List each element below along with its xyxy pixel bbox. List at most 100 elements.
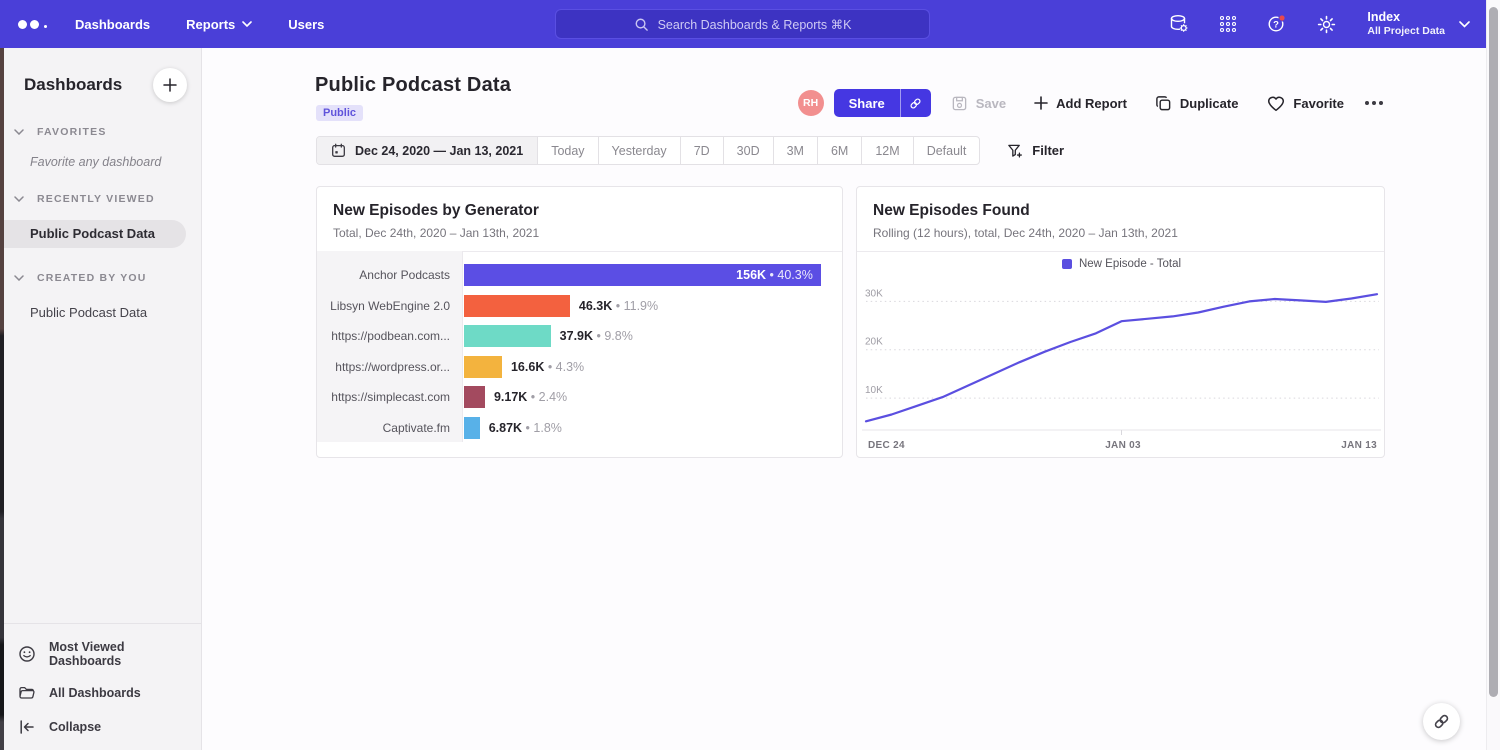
bar-row: https://simplecast.com9.17K • 2.4% <box>317 382 842 413</box>
date-range-label: Dec 24, 2020 — Jan 13, 2021 <box>355 144 523 158</box>
add-report-button[interactable]: Add Report <box>1034 96 1127 111</box>
share-link-button[interactable] <box>900 89 931 117</box>
main-content: Public Podcast Data Public RH Share Save… <box>203 48 1486 750</box>
chevron-down-icon <box>14 129 24 135</box>
scrollbar-thumb[interactable] <box>1489 7 1498 697</box>
nav-item-label: Users <box>288 17 324 32</box>
sidebar-section-header-recently-viewed[interactable]: RECENTLY VIEWED <box>0 193 201 205</box>
sidebar: Dashboards FAVORITESFavorite any dashboa… <box>0 48 202 750</box>
top-navbar: Dashboards Reports Users Search Dashboar… <box>0 0 1500 48</box>
date-preset-6m[interactable]: 6M <box>817 137 861 164</box>
save-icon <box>951 95 968 112</box>
card-title: New Episodes Found <box>873 202 1368 220</box>
new-dashboard-button[interactable] <box>153 68 187 102</box>
share-split-button: Share <box>834 89 931 117</box>
bar-row: https://podbean.com...37.9K • 9.8% <box>317 321 842 352</box>
background-window-edge <box>0 48 4 750</box>
report-card-new-episodes-by-generator[interactable]: New Episodes by Generator Total, Dec 24t… <box>316 186 843 458</box>
date-preset-7d[interactable]: 7D <box>680 137 723 164</box>
y-tick-label: 20K <box>865 337 883 348</box>
bar-libsyn-webengine-2-0[interactable] <box>464 295 570 317</box>
bar-track: 9.17K • 2.4% <box>463 386 842 408</box>
page-scrollbar[interactable] <box>1486 0 1500 750</box>
bar-track: 46.3K • 11.9% <box>463 295 842 317</box>
bar-value-label: 37.9K • 9.8% <box>560 329 633 343</box>
nav-item-reports[interactable]: Reports <box>186 17 252 32</box>
search-input[interactable]: Search Dashboards & Reports ⌘K <box>555 9 930 39</box>
card-subtitle: Rolling (12 hours), total, Dec 24th, 202… <box>873 226 1368 240</box>
project-switcher[interactable]: Index All Project Data <box>1367 10 1470 38</box>
sidebar-footer-label: All Dashboards <box>49 686 141 700</box>
x-axis-labels: DEC 24 JAN 03 JAN 13 <box>862 436 1381 451</box>
bar-captivate-fm[interactable] <box>464 417 480 439</box>
bar-anchor-podcasts[interactable]: 156K • 40.3% <box>464 264 821 286</box>
bar-track: 6.87K • 1.8% <box>463 417 842 439</box>
bar-https-wordpress-or-[interactable] <box>464 356 502 378</box>
bar-track: 37.9K • 9.8% <box>463 325 842 347</box>
more-options-button[interactable] <box>1365 101 1383 105</box>
nav-item-label: Reports <box>186 17 235 32</box>
date-preset-yesterday[interactable]: Yesterday <box>598 137 680 164</box>
sidebar-item-public-podcast-data[interactable]: Public Podcast Data <box>0 299 186 327</box>
save-button[interactable]: Save <box>951 95 1006 112</box>
sidebar-section-header-favorites[interactable]: FAVORITES <box>0 126 201 138</box>
card-title: New Episodes by Generator <box>333 202 826 220</box>
help-icon[interactable]: ? <box>1265 12 1289 36</box>
bar-track: 16.6K • 4.3% <box>463 356 842 378</box>
bar-value-label: 6.87K • 1.8% <box>489 421 562 435</box>
line-chart: New Episode - Total 10K20K30K DEC 24 JAN… <box>857 248 1384 457</box>
sidebar-item-most-viewed[interactable]: Most Viewed Dashboards <box>0 632 201 676</box>
duplicate-label: Duplicate <box>1180 96 1239 111</box>
date-preset-today[interactable]: Today <box>537 137 597 164</box>
bar-https-podbean-com-[interactable] <box>464 325 551 347</box>
visibility-badge: Public <box>316 105 363 121</box>
date-range-button[interactable]: Dec 24, 2020 — Jan 13, 2021 <box>317 137 537 164</box>
project-name: Index <box>1367 10 1445 25</box>
bar-category-label: Captivate.fm <box>317 421 463 435</box>
sidebar-collapse-button[interactable]: Collapse <box>0 710 201 744</box>
sidebar-item-public-podcast-data[interactable]: Public Podcast Data <box>0 220 186 248</box>
duplicate-icon <box>1155 95 1172 112</box>
chevron-down-icon <box>242 21 252 27</box>
apps-grid-icon[interactable] <box>1216 12 1240 36</box>
sidebar-section-header-created-by-you[interactable]: CREATED BY YOU <box>0 272 201 284</box>
link-icon <box>1432 712 1451 731</box>
main-menu: Dashboards Reports Users <box>75 17 324 32</box>
plus-icon <box>163 78 177 92</box>
favorite-label: Favorite <box>1293 96 1344 111</box>
legend-label: New Episode - Total <box>1079 258 1181 270</box>
bar-https-simplecast-com[interactable] <box>464 386 485 408</box>
line-series-new-episode-total[interactable] <box>866 294 1377 421</box>
filter-button[interactable]: Filter <box>1007 143 1064 159</box>
date-presets: TodayYesterday7D30D3M6M12MDefault <box>537 137 979 164</box>
app-logo[interactable] <box>18 20 47 29</box>
link-icon <box>908 96 923 111</box>
avatar[interactable]: RH <box>798 90 824 116</box>
save-label: Save <box>976 96 1006 111</box>
sidebar-item-all-dashboards[interactable]: All Dashboards <box>0 676 201 710</box>
favorite-button[interactable]: Favorite <box>1267 95 1344 112</box>
page-title: Public Podcast Data <box>315 74 511 97</box>
date-preset-3m[interactable]: 3M <box>773 137 817 164</box>
share-button[interactable]: Share <box>834 89 900 117</box>
data-sources-icon[interactable] <box>1167 12 1191 36</box>
settings-gear-icon[interactable] <box>1314 12 1338 36</box>
y-tick-label: 30K <box>865 288 883 299</box>
search-icon <box>634 17 649 32</box>
sidebar-section: CREATED BY YOU Public Podcast Data <box>0 272 201 327</box>
bar-track: 156K • 40.3% <box>463 264 842 286</box>
duplicate-button[interactable]: Duplicate <box>1155 95 1239 112</box>
bar-value-label: 46.3K • 11.9% <box>579 299 658 313</box>
floating-link-button[interactable] <box>1423 703 1460 740</box>
heart-icon <box>1267 95 1285 112</box>
date-preset-12m[interactable]: 12M <box>861 137 912 164</box>
nav-item-dashboards[interactable]: Dashboards <box>75 17 150 32</box>
date-preset-default[interactable]: Default <box>913 137 980 164</box>
x-tick-label: JAN 03 <box>1105 440 1141 451</box>
date-preset-30d[interactable]: 30D <box>723 137 773 164</box>
funnel-plus-icon <box>1007 143 1023 159</box>
report-card-new-episodes-found[interactable]: New Episodes Found Rolling (12 hours), t… <box>856 186 1385 458</box>
calendar-icon <box>331 143 346 158</box>
nav-item-users[interactable]: Users <box>288 17 324 32</box>
chart-legend: New Episode - Total <box>862 256 1381 272</box>
